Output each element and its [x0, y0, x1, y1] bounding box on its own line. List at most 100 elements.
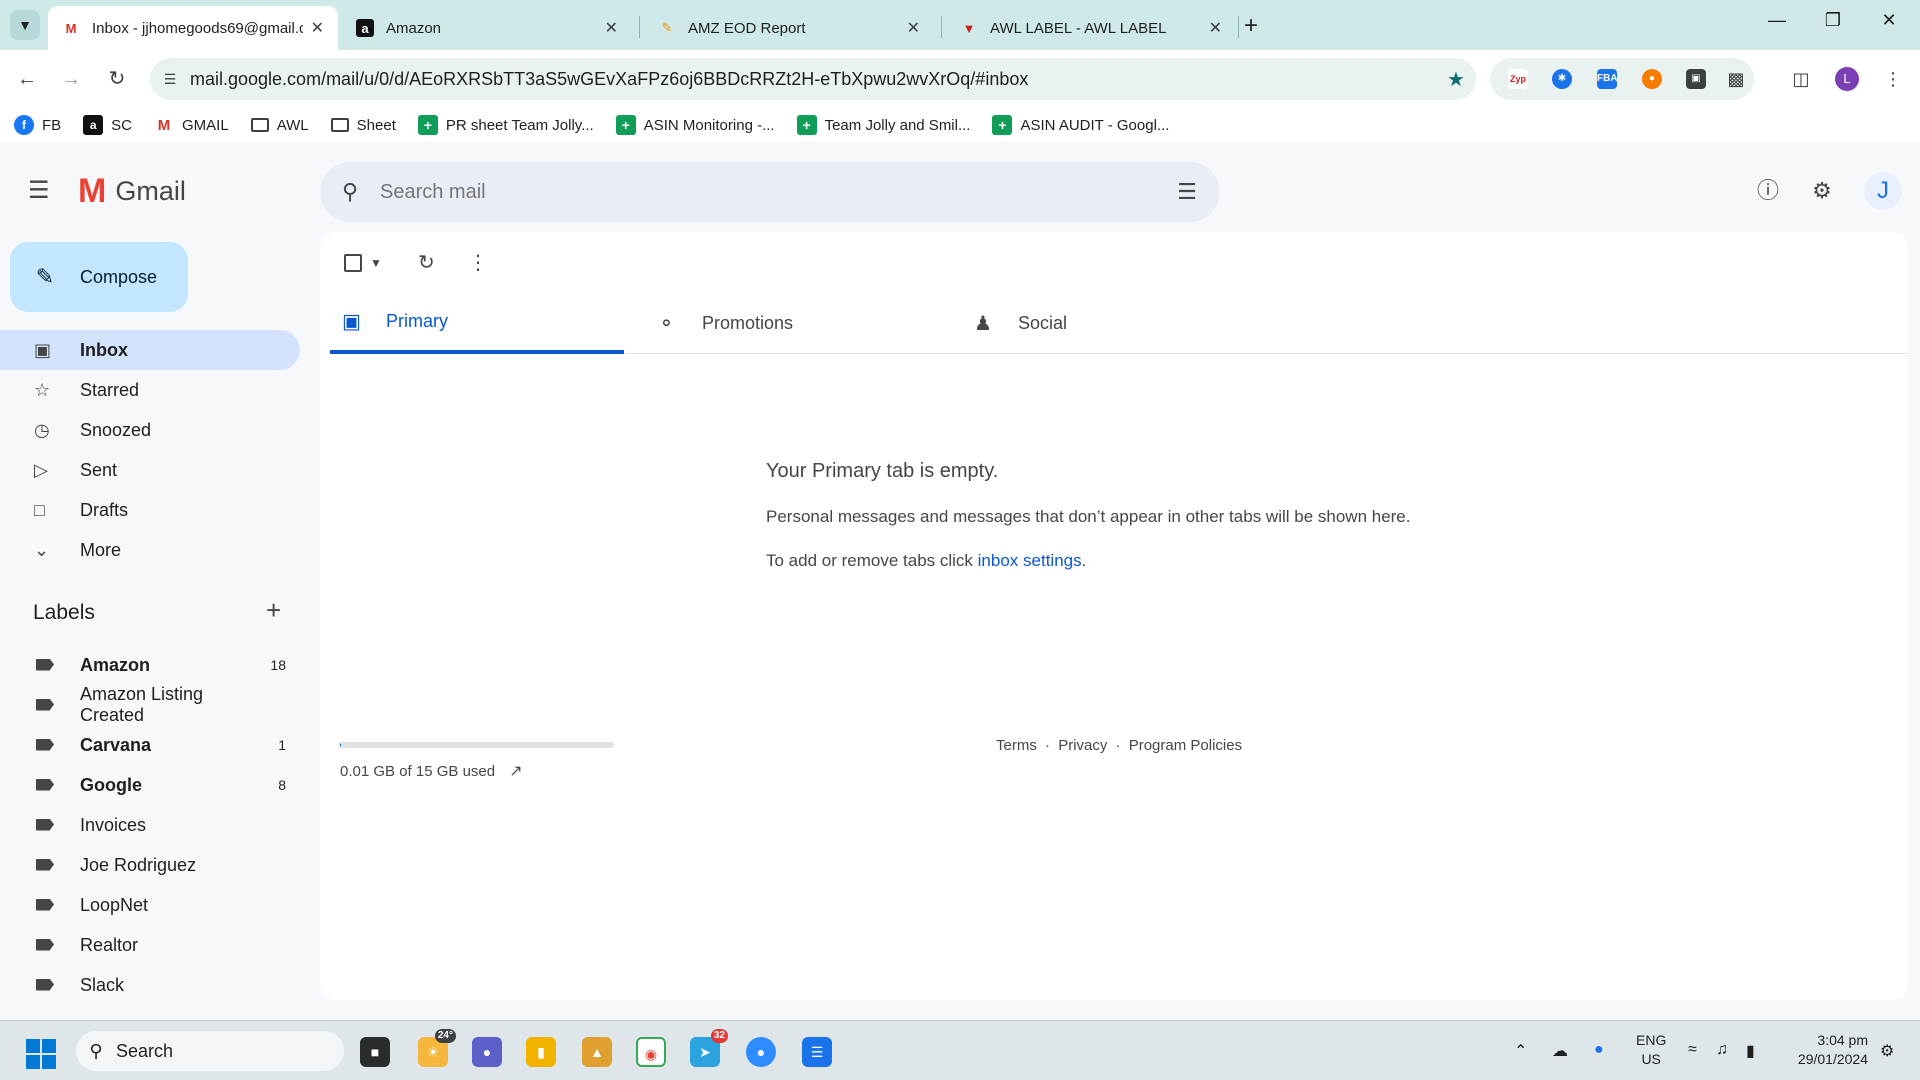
teams-chat-icon[interactable]: ● — [472, 1037, 502, 1067]
microphone-icon[interactable]: ● — [1594, 1041, 1604, 1059]
close-icon[interactable]: ✕ — [605, 18, 618, 38]
browser-tab-amazon[interactable]: a Amazon ✕ — [342, 6, 632, 50]
people-icon: ♟ — [974, 312, 992, 335]
minimize-button[interactable]: — — [1762, 10, 1792, 31]
weather-icon[interactable]: ☀ 24° — [418, 1029, 456, 1067]
gmail-logo[interactable]: M Gmail — [78, 172, 186, 211]
program-policies-link[interactable]: Program Policies — [1129, 737, 1242, 754]
new-tab-button[interactable]: + — [1244, 12, 1258, 40]
battery-icon[interactable]: ▮ — [1746, 1041, 1755, 1061]
bookmark-sc[interactable]: a SC — [83, 115, 132, 135]
settings-gear-icon[interactable]: ⚙ — [1806, 175, 1838, 207]
bookmark-sheet[interactable]: Sheet — [330, 117, 396, 134]
select-dropdown-icon[interactable]: ▼ — [370, 256, 382, 270]
sidebar-item-drafts[interactable]: □ Drafts — [0, 490, 300, 530]
onedrive-cloud-icon[interactable]: ☁ — [1552, 1041, 1568, 1061]
show-hidden-icons-icon[interactable]: ⌃ — [1514, 1041, 1527, 1061]
extension-icon[interactable]: ▣ — [1686, 69, 1706, 89]
sidebar-item-starred[interactable]: ☆ Starred — [0, 370, 300, 410]
search-icon[interactable]: ⚲ — [320, 179, 380, 205]
bookmark-fb[interactable]: f FB — [14, 115, 61, 135]
browser-tab-awl-label[interactable]: ▼ AWL LABEL - AWL LABEL ✕ — [946, 6, 1236, 50]
back-button[interactable]: ← — [12, 64, 42, 94]
close-icon[interactable]: ✕ — [1209, 18, 1222, 38]
label-item-loopnet[interactable]: LoopNet — [0, 885, 300, 925]
bookmark-awl[interactable]: AWL — [250, 117, 309, 134]
bookmark-star-icon[interactable]: ★ — [1436, 67, 1476, 92]
bookmark-gmail[interactable]: M GMAIL — [154, 115, 229, 135]
side-panel-icon[interactable]: ◫ — [1786, 64, 1816, 94]
help-icon[interactable]: ⓘ — [1752, 175, 1784, 207]
add-label-icon[interactable]: + — [266, 595, 281, 626]
label-item-google[interactable]: Google 8 — [0, 765, 300, 805]
terms-link[interactable]: Terms — [996, 737, 1037, 754]
sidebar-item-snoozed[interactable]: ◷ Snoozed — [0, 410, 300, 450]
hint-suffix: . — [1081, 551, 1087, 570]
tab-social[interactable]: ♟ Social — [962, 292, 1256, 354]
reload-button[interactable]: ↻ — [102, 64, 132, 94]
label-item-realtor[interactable]: Realtor — [0, 925, 300, 965]
inbox-settings-link[interactable]: inbox settings — [978, 551, 1082, 570]
puzzle-icon[interactable]: ▩ — [1726, 69, 1746, 89]
more-options-icon[interactable]: ⋮ — [468, 250, 488, 275]
site-info-icon[interactable]: ☰ — [150, 71, 190, 88]
telegram-icon[interactable]: ➤ 32 — [690, 1029, 728, 1067]
main-menu-icon[interactable]: ☰ — [28, 176, 50, 205]
language-indicator[interactable]: ENG US — [1636, 1031, 1666, 1069]
close-window-button[interactable]: ✕ — [1874, 10, 1904, 31]
bookmark-team-jolly[interactable]: + Team Jolly and Smil... — [796, 115, 970, 135]
chrome-icon[interactable]: ◉ — [636, 1037, 666, 1067]
bookmark-asin-monitoring[interactable]: + ASIN Monitoring -... — [615, 115, 775, 135]
privacy-link[interactable]: Privacy — [1058, 737, 1107, 754]
browser-menu-icon[interactable]: ⋮ — [1878, 64, 1908, 94]
close-icon[interactable]: ✕ — [907, 18, 920, 38]
label-item-amazon-listing-created[interactable]: Amazon Listing Created — [0, 684, 300, 725]
taskbar-search[interactable]: ⚲ Search — [76, 1031, 344, 1071]
sidebar-item-sent[interactable]: ▷ Sent — [0, 450, 300, 490]
extensions-area: Zyp ✱ FBA ● ▣ ▩ — [1490, 58, 1754, 100]
volume-icon[interactable]: ♫ — [1716, 1041, 1728, 1059]
search-input[interactable] — [380, 180, 1154, 204]
extension-icon[interactable]: ● — [1642, 69, 1662, 89]
gmail-icon: M — [157, 116, 171, 134]
fba-extension-icon[interactable]: FBA — [1597, 69, 1618, 89]
sidebar-item-inbox[interactable]: ▣ Inbox — [0, 330, 300, 370]
label-name: Invoices — [80, 814, 147, 835]
label-item-carvana[interactable]: Carvana 1 — [0, 725, 300, 765]
zyp-extension-icon[interactable]: Zyp — [1508, 69, 1528, 89]
extension-icon[interactable]: ✱ — [1552, 69, 1572, 89]
refresh-icon[interactable]: ↻ — [418, 250, 435, 275]
address-bar[interactable]: ☰ mail.google.com/mail/u/0/d/AEoRXRSbTT3… — [150, 58, 1476, 100]
label-item-joe-rodriguez[interactable]: Joe Rodriguez — [0, 845, 300, 885]
app-icon[interactable]: ▲ — [582, 1037, 612, 1067]
task-view-icon[interactable]: ■ — [360, 1037, 390, 1067]
browser-tab-inbox[interactable]: M Inbox - jjhomegoods69@gmail.com ✕ — [48, 6, 338, 50]
close-icon[interactable]: ✕ — [311, 18, 324, 38]
label-item-amazon[interactable]: Amazon 18 — [0, 645, 300, 685]
tab-search-button[interactable]: ▼ — [10, 10, 40, 40]
notifications-icon[interactable]: ⚙ — [1880, 1041, 1894, 1061]
bookmark-pr-sheet[interactable]: + PR sheet Team Jolly... — [417, 115, 594, 135]
system-clock[interactable]: 3:04 pm 29/01/2024 — [1786, 1031, 1868, 1069]
browser-profile-avatar[interactable]: L — [1835, 67, 1859, 91]
sidebar-item-more[interactable]: ⌄ More — [0, 530, 300, 570]
account-avatar[interactable]: J — [1864, 172, 1902, 210]
restore-button[interactable]: ❐ — [1818, 10, 1848, 31]
open-external-icon[interactable]: ↗ — [509, 761, 522, 781]
forward-button[interactable]: → — [56, 64, 86, 94]
tab-primary[interactable]: ▣ Primary — [330, 292, 624, 354]
wifi-icon[interactable]: ≈ — [1688, 1041, 1697, 1059]
select-all-checkbox[interactable] — [344, 254, 362, 272]
browser-tab-amz-eod[interactable]: ✎ AMZ EOD Report ✕ — [644, 6, 934, 50]
start-button-windows-icon[interactable] — [26, 1039, 56, 1069]
notepad-icon[interactable]: ☰ — [802, 1037, 832, 1067]
bookmark-asin-audit[interactable]: + ASIN AUDIT - Googl... — [992, 115, 1169, 135]
label-item-invoices[interactable]: Invoices — [0, 805, 300, 845]
tab-promotions[interactable]: ⚬ Promotions — [646, 292, 940, 354]
label-item-slack[interactable]: Slack — [0, 965, 300, 1005]
file-explorer-icon[interactable]: ▮ — [526, 1037, 556, 1067]
zoom-icon[interactable]: ● — [746, 1037, 776, 1067]
compose-button[interactable]: ✎ Compose — [10, 242, 188, 312]
url-text[interactable]: mail.google.com/mail/u/0/d/AEoRXRSbTT3aS… — [190, 69, 1436, 90]
search-options-icon[interactable]: ☰ — [1154, 179, 1220, 205]
